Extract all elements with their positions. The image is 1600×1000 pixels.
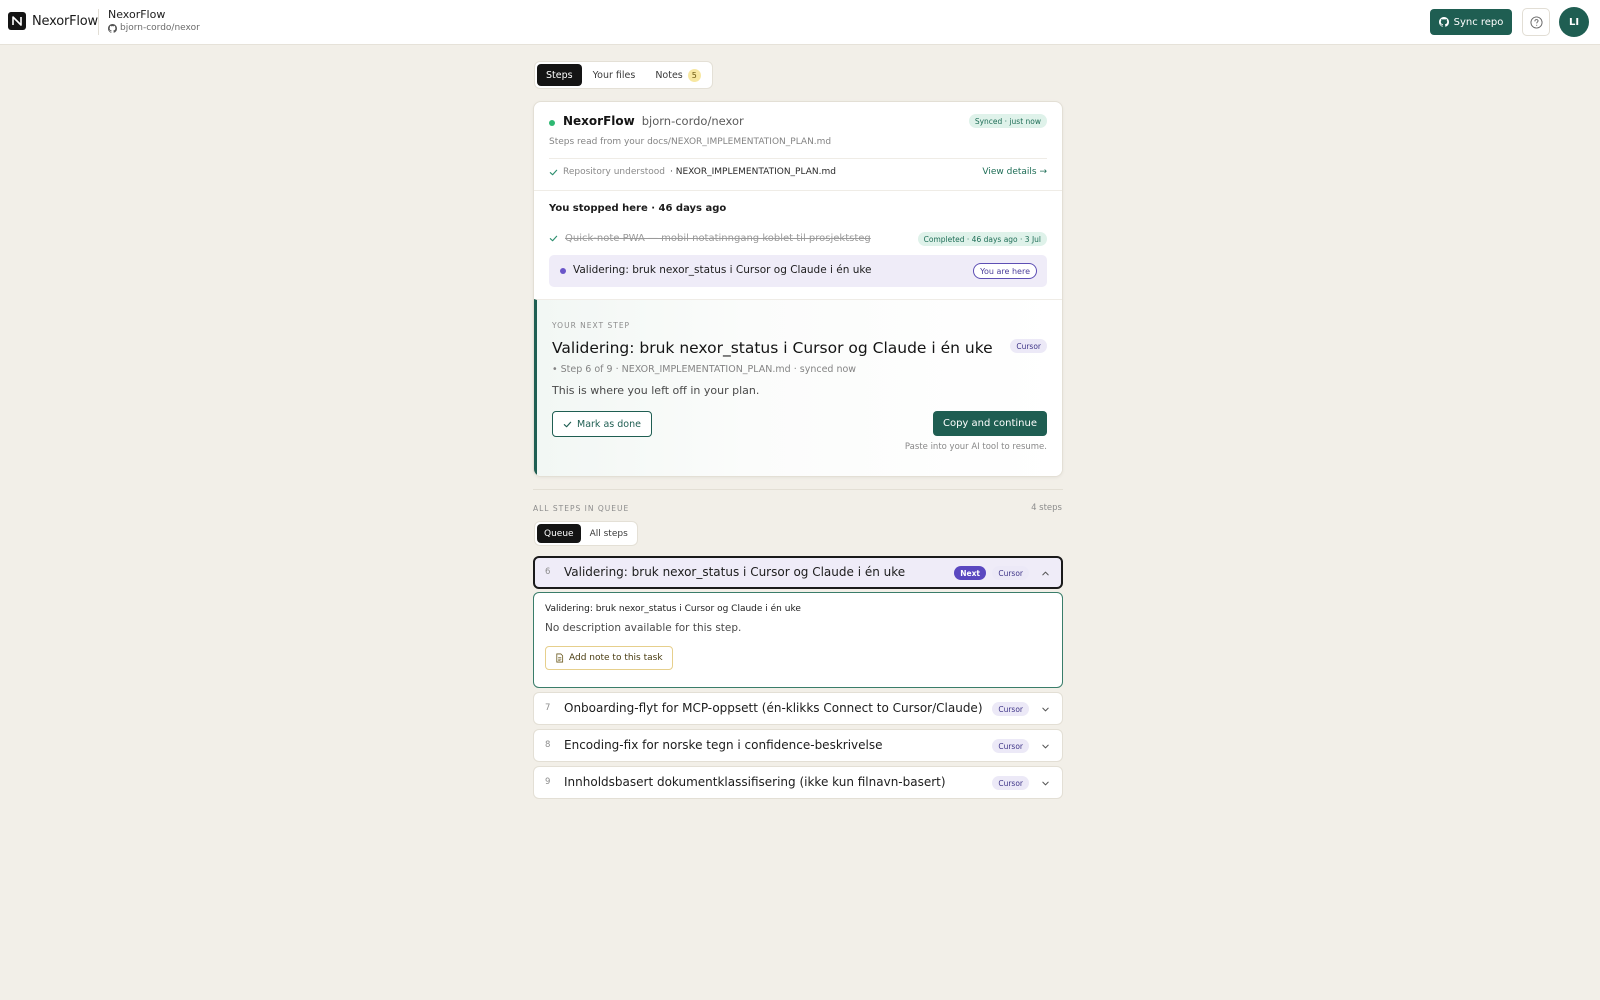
note-icon: [556, 653, 564, 663]
current-step-dot-icon: [560, 268, 566, 274]
queue-step-row[interactable]: 9 Innholdsbasert dokumentklassifisering …: [533, 766, 1063, 799]
step-number: 9: [545, 777, 551, 787]
chevron-down-icon[interactable]: [1041, 742, 1050, 751]
card-divider: [549, 158, 1047, 159]
check-icon: [549, 169, 558, 175]
header-divider: [98, 9, 99, 35]
completed-step-row: Quick-note PWA — mobil notatinngang kobl…: [549, 233, 871, 244]
help-button[interactable]: [1522, 8, 1550, 36]
notes-count-badge: 5: [687, 68, 701, 82]
queue-divider: [533, 489, 1063, 490]
completed-badge: Completed · 46 days ago · 3 Jul: [917, 232, 1047, 246]
check-icon: [563, 421, 572, 427]
step-detail-description: No description available for this step.: [545, 622, 742, 634]
tab-all-steps[interactable]: All steps: [583, 524, 635, 543]
step-title: Innholdsbasert dokumentklassifisering (i…: [564, 775, 946, 789]
tab-your-files-label: Your files: [592, 69, 636, 81]
step-detail-title: Validering: bruk nexor_status i Cursor o…: [545, 604, 801, 614]
project-repo-text: bjorn-cordo/nexor: [120, 23, 200, 33]
step-number: 8: [545, 740, 551, 750]
repo-card-repo: bjorn-cordo/nexor: [641, 114, 744, 128]
next-step-meta: • Step 6 of 9 · NEXOR_IMPLEMENTATION_PLA…: [552, 364, 857, 375]
status-dot-icon: [549, 120, 555, 126]
chevron-down-icon[interactable]: [1041, 705, 1050, 714]
next-step-title: Validering: bruk nexor_status i Cursor o…: [552, 339, 993, 357]
paste-hint: Paste into your AI tool to resume.: [904, 442, 1047, 452]
brand-name: NexorFlow: [32, 13, 98, 29]
step-title: Validering: bruk nexor_status i Cursor o…: [564, 565, 906, 579]
project-repo: bjorn-cordo/nexor: [108, 23, 200, 34]
sync-repo-label: Sync repo: [1453, 16, 1504, 28]
chevron-down-icon[interactable]: [1041, 779, 1050, 788]
next-step-description: This is where you left off in your plan.: [552, 384, 760, 397]
next-step-label: YOUR NEXT STEP: [552, 321, 631, 330]
current-step-row[interactable]: Validering: bruk nexor_status i Cursor o…: [549, 255, 1047, 287]
queue-tabs: Queue All steps: [534, 521, 638, 546]
chevron-up-icon[interactable]: [1041, 569, 1050, 578]
tab-your-files[interactable]: Your files: [584, 64, 645, 86]
step-number: 7: [545, 703, 551, 713]
project-name: NexorFlow: [108, 8, 166, 21]
tool-badge: Cursor: [992, 566, 1029, 580]
repo-understood-label: Repository understood: [563, 167, 666, 177]
add-note-label: Add note to this task: [569, 653, 663, 663]
add-note-button[interactable]: Add note to this task: [545, 646, 673, 670]
tool-badge: Cursor: [1010, 339, 1047, 353]
next-badge: Next: [954, 566, 986, 580]
tab-steps-label: Steps: [546, 69, 573, 81]
tool-badge: Cursor: [992, 702, 1029, 716]
queue-count: 4 steps: [1031, 503, 1062, 513]
view-details-link[interactable]: View details →: [982, 167, 1047, 177]
repo-card-subtitle: Steps read from your docs/NEXOR_IMPLEMEN…: [549, 137, 832, 147]
queue-step-row[interactable]: 6 Validering: bruk nexor_status i Cursor…: [533, 556, 1063, 589]
current-step-title: Validering: bruk nexor_status i Cursor o…: [573, 264, 872, 276]
step-title: Onboarding-flyt for MCP-oppsett (én-klik…: [564, 701, 983, 715]
project-switcher[interactable]: NexorFlow bjorn-cordo/nexor: [108, 8, 200, 34]
step-number: 6: [545, 567, 551, 577]
card-divider: [534, 190, 1062, 191]
mark-as-done-label: Mark as done: [577, 418, 641, 430]
tab-notes[interactable]: Notes 5: [646, 64, 709, 86]
tool-badge: Cursor: [992, 776, 1029, 790]
brand-logo-icon: [8, 12, 26, 30]
check-icon: [549, 235, 558, 242]
completed-step-title: Quick-note PWA — mobil notatinngang kobl…: [565, 233, 871, 244]
brand[interactable]: NexorFlow: [8, 12, 98, 30]
top-bar: NexorFlow NexorFlow bjorn-cordo/nexor Sy…: [0, 0, 1600, 45]
tab-queue[interactable]: Queue: [537, 524, 581, 543]
repo-understood-file: · NEXOR_IMPLEMENTATION_PLAN.md: [670, 167, 836, 177]
queue-step-row[interactable]: 7 Onboarding-flyt for MCP-oppsett (én-kl…: [533, 692, 1063, 725]
queue-label: ALL STEPS IN QUEUE: [533, 504, 630, 513]
sync-repo-button[interactable]: Sync repo: [1430, 9, 1512, 35]
you-are-here-badge: You are here: [973, 263, 1037, 279]
github-icon: [108, 24, 117, 33]
help-icon: [1529, 15, 1543, 29]
github-icon: [1438, 17, 1449, 27]
sync-status-badge: Synced · just now: [968, 114, 1047, 128]
tab-notes-label: Notes: [655, 69, 683, 81]
mark-as-done-button[interactable]: Mark as done: [552, 411, 652, 437]
step-detail-panel: Validering: bruk nexor_status i Cursor o…: [533, 592, 1063, 688]
tool-badge: Cursor: [992, 739, 1029, 753]
repo-card-title: NexorFlow bjorn-cordo/nexor: [563, 114, 744, 128]
view-tabs: Steps Your files Notes 5: [534, 61, 713, 89]
repo-card-name: NexorFlow: [563, 114, 635, 128]
tab-steps[interactable]: Steps: [537, 64, 582, 86]
next-step-section: YOUR NEXT STEP Validering: bruk nexor_st…: [534, 299, 1062, 476]
user-avatar[interactable]: LI: [1559, 7, 1589, 37]
stopped-here-title: You stopped here · 46 days ago: [549, 203, 727, 214]
repo-understood-row: Repository understood · NEXOR_IMPLEMENTA…: [549, 167, 836, 177]
step-title: Encoding-fix for norske tegn i confidenc…: [564, 738, 883, 752]
copy-and-continue-button[interactable]: Copy and continue: [932, 411, 1047, 436]
queue-step-row[interactable]: 8 Encoding-fix for norske tegn i confide…: [533, 729, 1063, 762]
repo-status-card: NexorFlow bjorn-cordo/nexor Synced · jus…: [533, 101, 1063, 477]
